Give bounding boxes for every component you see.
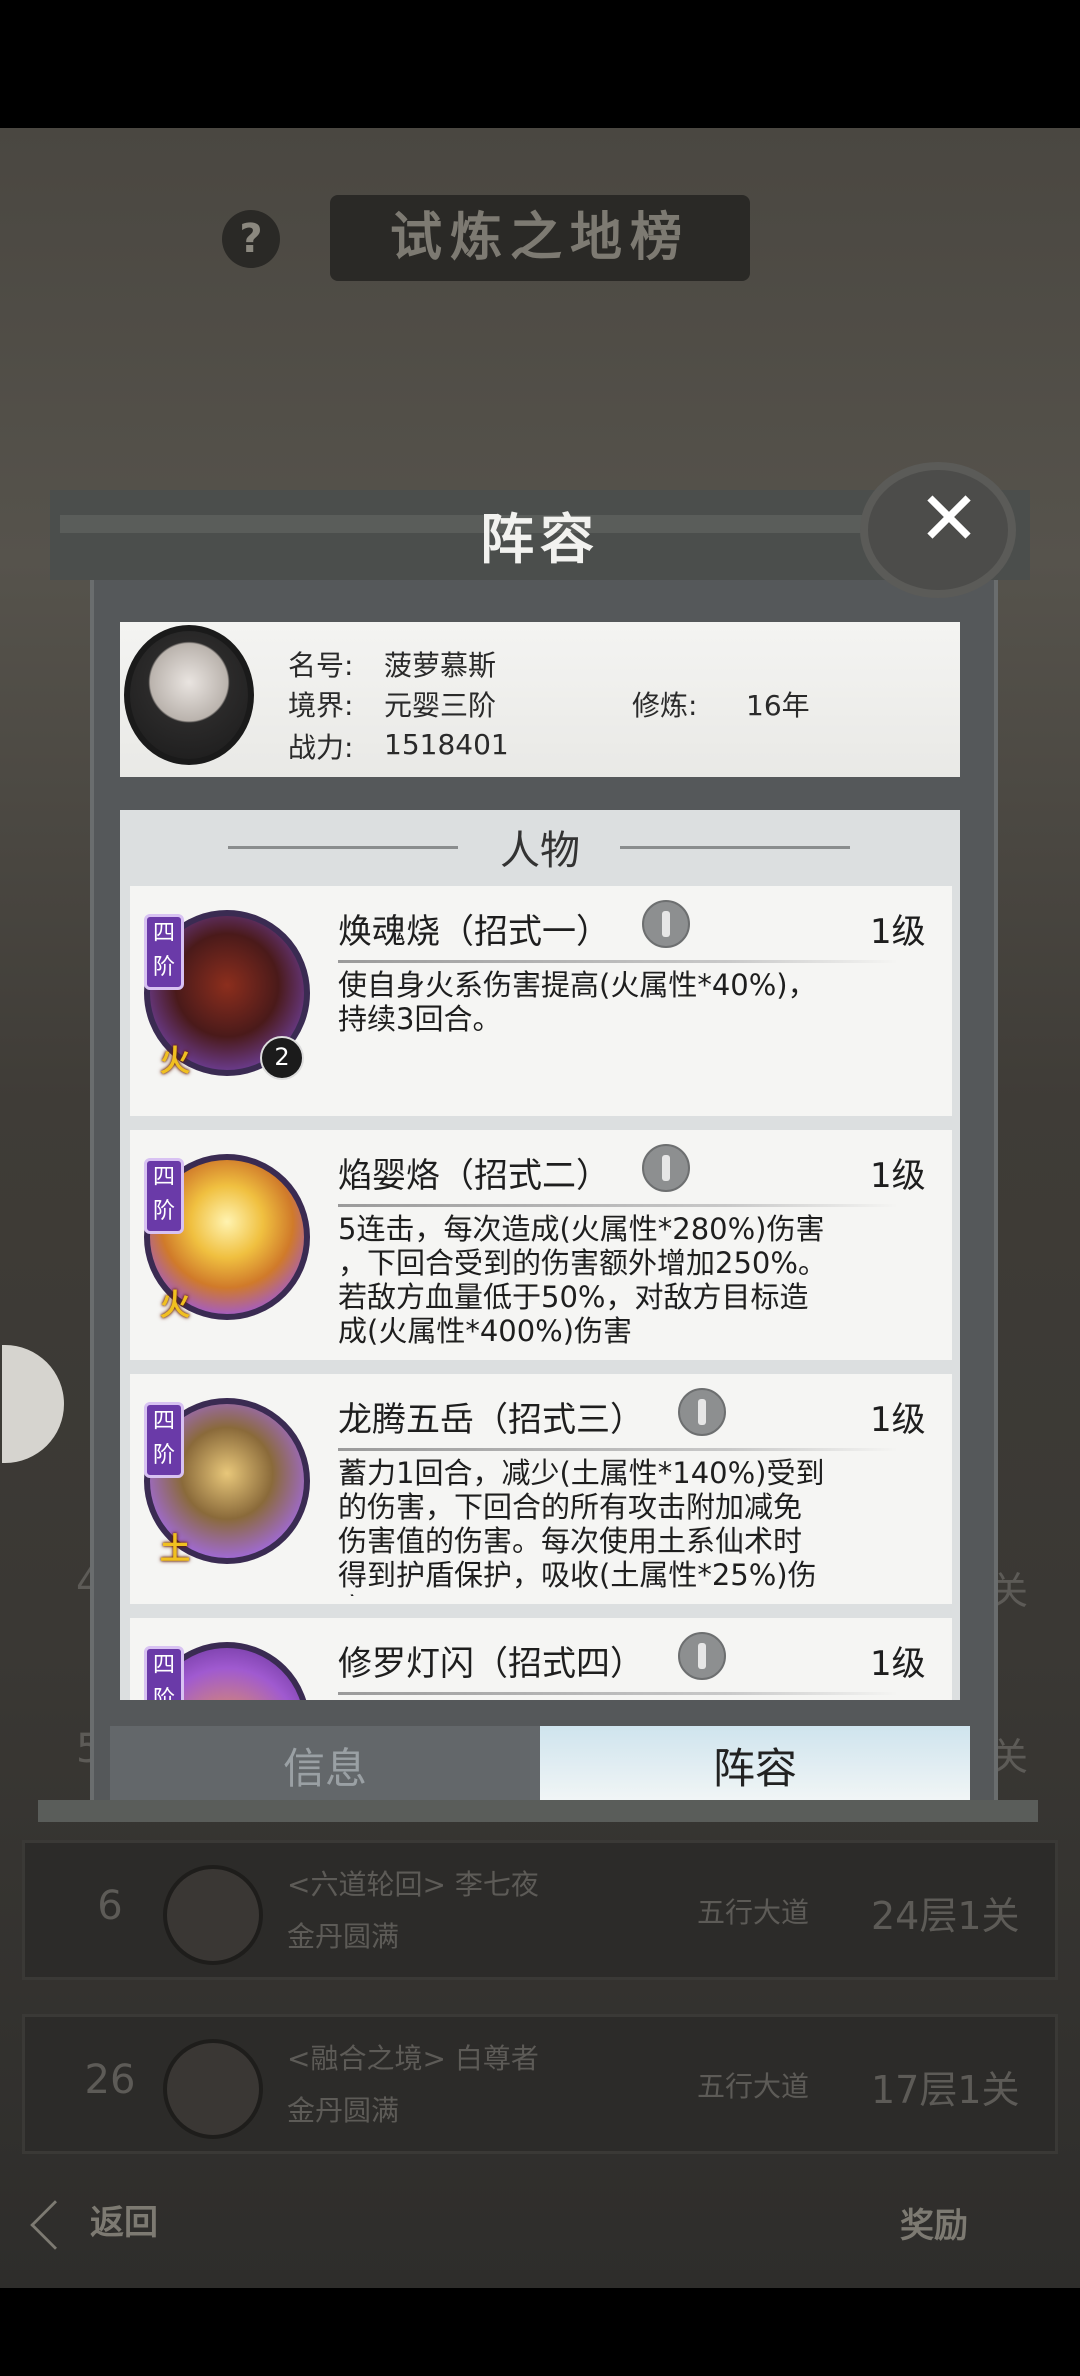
row-skill: 五行大道	[697, 2070, 810, 2103]
tier-badge: 四阶	[144, 914, 184, 990]
leaderboard-row[interactable]: 6 <六道轮回> 李七夜 金丹圆满 五行大道 24层1关	[22, 1840, 1058, 1980]
skill-card[interactable]: 四阶 火 2 焕魂烧（招式一） 1级 使自身火系伤害提高(火属性*40%)， 持…	[130, 886, 952, 1116]
divider	[338, 1692, 898, 1695]
player-cultivation-label: 修炼:	[632, 689, 698, 722]
back-arrow-icon	[30, 2200, 80, 2250]
element-badge: 火	[160, 1044, 190, 1079]
divider	[338, 1448, 898, 1451]
skill-name: 焰婴烙（招式二）	[338, 1156, 610, 1196]
player-realm-label: 境界:	[288, 689, 354, 722]
skill-level: 1级	[870, 912, 926, 952]
skills-panel[interactable]: 人物 四阶 火 2 焕魂烧（招式一） 1级 使自身火系伤害提高(火属性*40%)…	[120, 810, 960, 1700]
player-realm: 元婴三阶	[384, 689, 497, 722]
row-team-name: <六道轮回> 李七夜	[287, 1868, 539, 1901]
avatar	[163, 2039, 263, 2139]
element-badge: 土	[160, 1532, 190, 1567]
leaderboard-row[interactable]: 26 <融合之境> 白尊者 金丹圆满 五行大道 17层1关	[22, 2014, 1058, 2154]
skill-description: 蓄力1回合，减少(土属性*140%)受到 的伤害，下回合的所有攻击附加减免 伤害…	[338, 1456, 825, 1596]
skill-name: 焕魂烧（招式一）	[338, 912, 610, 952]
skill-level: 1级	[870, 1156, 926, 1196]
row-realm: 金丹圆满	[287, 2094, 400, 2127]
player-avatar	[124, 625, 254, 765]
skill-type-icon	[678, 1388, 726, 1436]
back-button[interactable]: 返回	[30, 2195, 158, 2250]
modal-footer-edge	[38, 1800, 1038, 1822]
element-badge: 火	[160, 1288, 190, 1323]
player-name: 菠萝慕斯	[384, 649, 497, 682]
tier-badge: 四阶	[144, 1158, 184, 1234]
tier-badge: 四阶	[144, 1646, 184, 1700]
skill-type-icon	[642, 1144, 690, 1192]
close-button[interactable]: ✕	[868, 470, 1008, 590]
skill-type-icon	[678, 1632, 726, 1680]
player-power: 1518401	[384, 728, 509, 761]
count-badge: 2	[260, 1036, 304, 1080]
reward-button[interactable]: 奖励	[900, 2198, 968, 2247]
skill-name: 龙腾五岳（招式三）	[338, 1400, 644, 1440]
row-skill: 五行大道	[697, 1896, 810, 1929]
row-rank: 26	[84, 2057, 136, 2103]
close-icon: ✕	[918, 476, 981, 562]
row-rank: 6	[97, 1883, 123, 1929]
skill-description: 使自身火系伤害提高(火属性*40%)， 持续3回合。	[338, 968, 817, 1036]
player-power-label: 战力:	[288, 731, 354, 764]
section-title: 人物	[500, 828, 580, 874]
divider	[338, 1204, 898, 1207]
skill-type-icon	[642, 900, 690, 948]
player-name-label: 名号:	[288, 649, 354, 682]
row-team-name: <融合之境> 白尊者	[287, 2042, 539, 2075]
skill-description: 5连击，每次造成(火属性*280%)伤害 ，下回合受到的伤害额外增加250%。 …	[338, 1212, 827, 1348]
skill-card[interactable]: 四阶 火 焰婴烙（招式二） 1级 5连击，每次造成(火属性*280%)伤害 ，下…	[130, 1130, 952, 1360]
row-level: 24层1关	[871, 1894, 1020, 1938]
skill-level: 1级	[870, 1400, 926, 1440]
skill-name: 修罗灯闪（招式四）	[338, 1644, 644, 1684]
divider	[338, 960, 898, 963]
avatar	[163, 1865, 263, 1965]
skill-card[interactable]: 四阶 修罗灯闪（招式四） 1级	[130, 1618, 952, 1700]
tier-badge: 四阶	[144, 1402, 184, 1478]
player-cultivation: 16年	[746, 689, 810, 722]
leaderboard-title: 试炼之地榜	[330, 195, 750, 281]
row-level: 17层1关	[871, 2068, 1020, 2112]
skill-level: 1级	[870, 1644, 926, 1684]
row-realm: 金丹圆满	[287, 1920, 400, 1953]
help-icon[interactable]: ?	[222, 210, 280, 268]
skill-card[interactable]: 四阶 土 龙腾五岳（招式三） 1级 蓄力1回合，减少(土属性*140%)受到 的…	[130, 1374, 952, 1604]
